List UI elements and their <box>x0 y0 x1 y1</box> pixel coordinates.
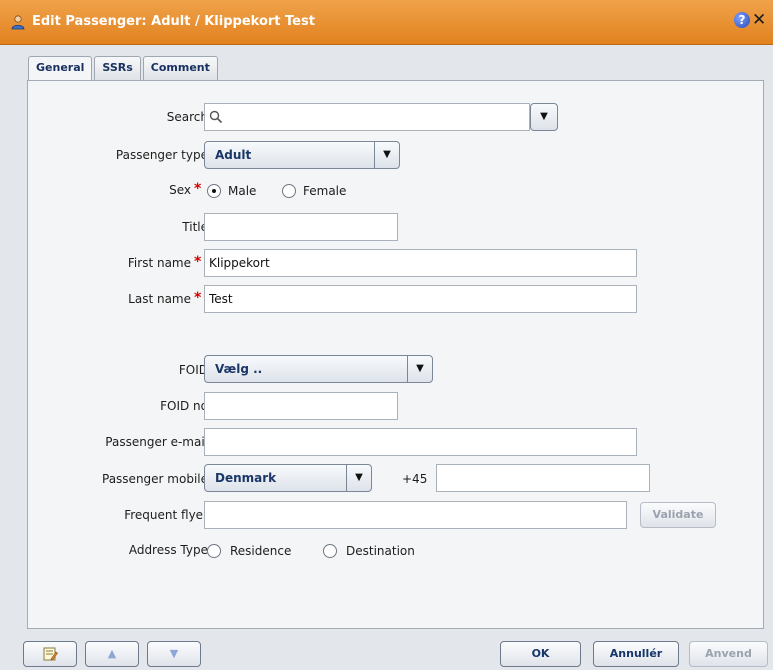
move-down-button[interactable]: ▼ <box>147 641 201 667</box>
title-label: Title <box>182 220 208 234</box>
email-label: Passenger e-mail <box>105 435 208 449</box>
foid-value: Vælg .. <box>215 362 263 376</box>
cancel-button[interactable]: Annullér <box>593 641 679 667</box>
foid-select[interactable]: Vælg .. ▼ <box>204 355 433 383</box>
address-destination-label: Destination <box>346 544 415 558</box>
frequent-flyer-field[interactable] <box>204 501 627 529</box>
required-marker: * <box>194 290 202 306</box>
foid-no-field[interactable] <box>204 392 398 420</box>
required-marker: * <box>194 254 202 270</box>
sex-female-radio[interactable] <box>282 184 296 198</box>
titlebar[interactable]: Edit Passenger: Adult / Klippekort Test … <box>0 0 773 45</box>
frequent-flyer-label: Frequent flyer <box>124 508 208 522</box>
mobile-country-value: Denmark <box>215 471 277 485</box>
arrow-down-icon: ▼ <box>169 647 179 660</box>
search-icon <box>209 110 223 124</box>
close-icon[interactable]: ✕ <box>752 10 766 30</box>
address-residence-label: Residence <box>230 544 292 558</box>
first-name-label: First name <box>127 256 191 270</box>
search-dropdown-button[interactable]: ▼ <box>530 103 558 131</box>
sex-male-radio[interactable] <box>207 184 221 198</box>
title-field[interactable] <box>204 213 398 241</box>
mobile-country-select[interactable]: Denmark ▼ <box>204 464 372 492</box>
move-up-button[interactable]: ▲ <box>85 641 139 667</box>
general-panel: Search ▼ Passenger type Adult ▼ Sex * Ma… <box>27 80 764 629</box>
arrow-up-icon: ▲ <box>107 647 117 660</box>
search-label: Search <box>166 110 208 124</box>
last-name-field[interactable]: Test <box>204 285 637 313</box>
last-name-label: Last name <box>128 292 191 306</box>
foid-label: FOID <box>178 363 208 377</box>
sex-female-label: Female <box>303 184 347 198</box>
tab-ssrs[interactable]: SSRs <box>94 56 141 80</box>
user-icon <box>11 15 25 30</box>
tab-bar: General SSRs Comment <box>28 56 220 81</box>
chevron-down-icon: ▼ <box>407 356 432 382</box>
email-field[interactable] <box>204 428 637 456</box>
edit-note-icon <box>43 647 58 661</box>
chevron-down-icon: ▼ <box>346 465 371 491</box>
dialog-title: Edit Passenger: Adult / Klippekort Test <box>32 14 315 29</box>
address-residence-radio[interactable] <box>207 544 221 558</box>
validate-button[interactable]: Validate <box>640 502 716 528</box>
tab-comment[interactable]: Comment <box>142 56 218 80</box>
address-type-label: Address Type <box>128 543 208 557</box>
edit-note-button[interactable] <box>23 641 77 667</box>
mobile-number-field[interactable] <box>436 464 650 492</box>
chevron-down-icon: ▼ <box>374 142 399 168</box>
passenger-type-label: Passenger type <box>115 148 208 162</box>
sex-label: Sex <box>169 183 191 197</box>
mobile-prefix: +45 <box>402 472 428 486</box>
search-input[interactable] <box>204 103 530 131</box>
apply-button[interactable]: Anvend <box>689 641 768 667</box>
chevron-down-icon: ▼ <box>540 111 548 122</box>
foid-no-label: FOID no <box>160 399 208 413</box>
passenger-type-value: Adult <box>215 148 252 162</box>
passenger-type-select[interactable]: Adult ▼ <box>204 141 400 169</box>
first-name-field[interactable]: Klippekort <box>204 249 637 277</box>
mobile-label: Passenger mobile <box>102 472 208 486</box>
address-destination-radio[interactable] <box>323 544 337 558</box>
help-icon[interactable]: ? <box>734 12 750 28</box>
edit-passenger-dialog: Edit Passenger: Adult / Klippekort Test … <box>0 0 773 670</box>
sex-male-label: Male <box>228 184 257 198</box>
required-marker: * <box>194 181 202 197</box>
ok-button[interactable]: OK <box>500 641 581 667</box>
bottom-toolbar: ▲ ▼ OK Annullér Anvend <box>0 640 773 670</box>
tab-general[interactable]: General <box>28 56 93 81</box>
